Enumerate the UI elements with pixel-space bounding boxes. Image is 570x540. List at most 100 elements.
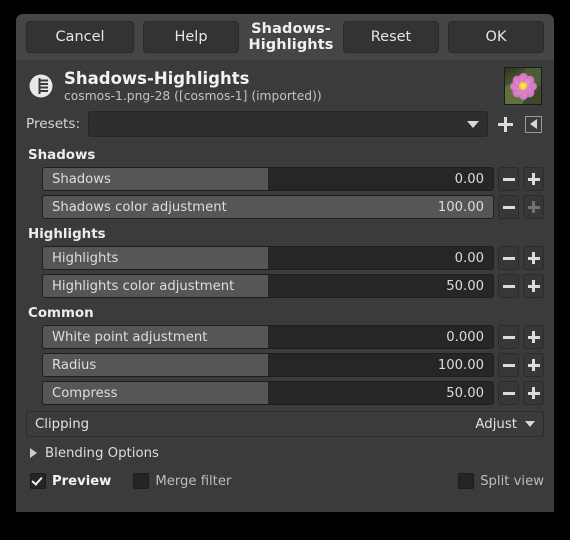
thumbnail-flower — [508, 71, 538, 101]
decrement-button[interactable] — [498, 381, 519, 405]
increment-button[interactable] — [523, 167, 544, 191]
slider-highlights[interactable]: Highlights 0.00 — [42, 246, 494, 270]
slider-value: 0.000 — [446, 329, 484, 345]
decrement-button[interactable] — [498, 167, 519, 191]
increment-button[interactable] — [523, 353, 544, 377]
thumbnail-flower-center — [519, 82, 527, 90]
help-button[interactable]: Help — [143, 21, 239, 53]
checkbox-indicator — [458, 473, 475, 489]
chevron-down-icon — [467, 120, 479, 128]
add-preset-button[interactable] — [494, 113, 516, 135]
slider-row: Shadows color adjustment 100.00 — [42, 195, 544, 219]
section-title-shadows: Shadows — [28, 148, 96, 163]
minus-icon — [502, 391, 515, 395]
minus-icon — [502, 335, 515, 339]
slider-label: Compress — [52, 385, 118, 401]
presets-row: Presets: — [26, 110, 544, 138]
slider-value: 50.00 — [446, 385, 484, 401]
decrement-button[interactable] — [498, 195, 519, 219]
operation-header-text: Shadows-Highlights cosmos-1.png-28 ([cos… — [64, 69, 504, 104]
slider-value: 100.00 — [437, 357, 484, 373]
operation-subtitle: cosmos-1.png-28 ([cosmos-1] (imported)) — [64, 88, 322, 103]
section-title-common: Common — [28, 306, 94, 321]
slider-label: Radius — [52, 357, 97, 373]
decrement-button[interactable] — [498, 246, 519, 270]
decrement-button[interactable] — [498, 325, 519, 349]
increment-button[interactable] — [523, 325, 544, 349]
slider-label: Shadows — [52, 171, 111, 187]
plus-icon — [527, 252, 540, 264]
slider-label: Highlights color adjustment — [52, 278, 235, 294]
cancel-button[interactable]: Cancel — [26, 21, 134, 53]
plus-icon — [527, 201, 540, 213]
slider-value: 100.00 — [437, 199, 484, 215]
slider-row: White point adjustment 0.000 — [42, 325, 544, 349]
plus-icon — [527, 173, 540, 185]
slider-value: 0.00 — [454, 250, 484, 266]
increment-button[interactable] — [523, 246, 544, 270]
presets-combo[interactable] — [88, 111, 488, 137]
slider-label: Highlights — [52, 250, 119, 266]
dialog-title: Shadows-Highlights — [248, 21, 334, 53]
blending-options-expander[interactable]: Blending Options — [26, 442, 544, 464]
minus-icon — [502, 363, 515, 367]
split-view-checkbox[interactable]: Split view — [458, 473, 544, 489]
increment-button[interactable] — [523, 195, 544, 219]
decrement-button[interactable] — [498, 353, 519, 377]
clipping-combo[interactable]: Clipping Adjust — [26, 411, 544, 437]
shadows-highlights-dialog: Cancel Help Shadows-Highlights Reset OK … — [16, 14, 554, 512]
presets-label: Presets: — [26, 116, 81, 132]
slider-row: Shadows 0.00 — [42, 167, 544, 191]
slider-highlights-color-adjustment[interactable]: Highlights color adjustment 50.00 — [42, 274, 494, 298]
dialog-body: Shadows-Highlights cosmos-1.png-28 ([cos… — [16, 60, 554, 512]
slider-row: Radius 100.00 — [42, 353, 544, 377]
decrement-button[interactable] — [498, 274, 519, 298]
slider-group-common: White point adjustment 0.000 Radius 100.00 C… — [26, 325, 544, 405]
ok-button[interactable]: OK — [448, 21, 544, 53]
checkbox-indicator — [133, 473, 150, 489]
minus-icon — [502, 177, 515, 181]
operation-header: Shadows-Highlights cosmos-1.png-28 ([cos… — [26, 60, 544, 110]
operation-title: Shadows-Highlights — [64, 68, 250, 88]
slider-group-highlights: Highlights 0.00 Highlights color adjustmen… — [26, 246, 544, 298]
increment-button[interactable] — [523, 274, 544, 298]
footer-options: Preview Merge filter Split view — [26, 469, 544, 493]
slider-radius[interactable]: Radius 100.00 — [42, 353, 494, 377]
split-view-label: Split view — [480, 473, 544, 489]
dialog-button-bar: Cancel Help Shadows-Highlights Reset OK — [16, 14, 554, 60]
minus-icon — [502, 205, 515, 209]
merge-filter-checkbox[interactable]: Merge filter — [133, 473, 231, 489]
slider-row: Compress 50.00 — [42, 381, 544, 405]
blending-options-label: Blending Options — [45, 445, 159, 461]
preview-checkbox[interactable]: Preview — [30, 473, 111, 489]
slider-label: White point adjustment — [52, 329, 208, 345]
reset-button[interactable]: Reset — [343, 21, 439, 53]
increment-button[interactable] — [523, 381, 544, 405]
preset-menu-button[interactable] — [522, 113, 544, 135]
minus-icon — [502, 284, 515, 288]
slider-white-point-adjustment[interactable]: White point adjustment 0.000 — [42, 325, 494, 349]
section-title-highlights: Highlights — [28, 227, 106, 242]
parameter-sections: Shadows Shadows 0.00 Shadows color adjustme… — [26, 144, 544, 405]
merge-filter-label: Merge filter — [155, 473, 232, 489]
minus-icon — [502, 256, 515, 260]
preview-label: Preview — [52, 473, 112, 489]
slider-shadows[interactable]: Shadows 0.00 — [42, 167, 494, 191]
slider-row: Highlights color adjustment 50.00 — [42, 274, 544, 298]
slider-compress[interactable]: Compress 50.00 — [42, 381, 494, 405]
plus-icon — [527, 387, 540, 399]
slider-value: 50.00 — [446, 278, 484, 294]
plus-icon — [497, 116, 513, 132]
gegl-icon — [29, 74, 53, 98]
plus-icon — [527, 280, 540, 292]
slider-row: Highlights 0.00 — [42, 246, 544, 270]
triangle-right-icon — [30, 448, 37, 458]
clipping-value: Adjust — [475, 416, 517, 432]
slider-shadows-color-adjustment[interactable]: Shadows color adjustment 100.00 — [42, 195, 494, 219]
preset-menu-icon — [524, 115, 542, 133]
slider-label: Shadows color adjustment — [52, 199, 227, 215]
plus-icon — [527, 359, 540, 371]
plus-icon — [527, 331, 540, 343]
image-thumbnail — [504, 67, 542, 105]
slider-value: 0.00 — [454, 171, 484, 187]
